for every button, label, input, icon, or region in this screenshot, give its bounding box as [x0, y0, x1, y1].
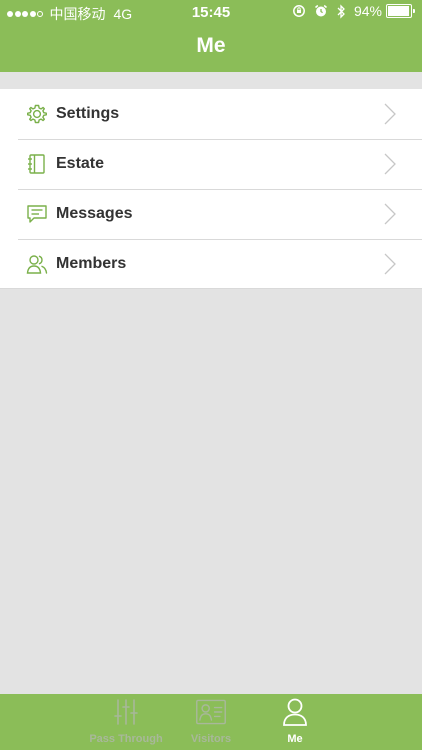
sliders-icon [110, 696, 142, 728]
chevron-right-icon [384, 153, 396, 175]
person-icon [279, 696, 311, 728]
menu-item-messages[interactable]: Messages [0, 189, 422, 239]
gear-icon [26, 103, 48, 125]
tab-visitors[interactable]: Visitors [166, 696, 256, 750]
status-right: 94% [284, 3, 415, 19]
tab-bar: Pass Through Visitors Me [0, 694, 422, 750]
menu-item-label: Settings [56, 105, 120, 122]
tab-label: Visitors [190, 733, 232, 745]
bluetooth-icon [336, 3, 346, 19]
tab-me[interactable]: Me [250, 696, 340, 750]
menu-item-members[interactable]: Members [0, 239, 422, 289]
status-bar: 中国移动 4G 15:45 94% [0, 0, 422, 24]
tab-label: Pass Through [89, 733, 163, 745]
chevron-right-icon [384, 253, 396, 275]
page-title: Me [196, 34, 226, 57]
tab-pass-through[interactable]: Pass Through [81, 696, 171, 750]
menu-item-label: Estate [56, 155, 105, 172]
id-card-icon [195, 696, 227, 728]
menu-item-estate[interactable]: Estate [0, 139, 422, 189]
tab-label: Me [287, 733, 303, 745]
menu-item-settings[interactable]: Settings [0, 89, 422, 139]
notebook-icon [26, 153, 48, 175]
alarm-icon [314, 4, 328, 18]
app-header: 中国移动 4G 15:45 94% Me [0, 0, 422, 72]
rotation-lock-icon [292, 4, 306, 18]
chevron-right-icon [384, 203, 396, 225]
menu-list: Settings Estate Messages Members [0, 89, 422, 289]
menu-item-label: Members [56, 255, 127, 272]
chevron-right-icon [384, 103, 396, 125]
menu-item-label: Messages [56, 205, 133, 222]
battery-icon [386, 4, 415, 18]
battery-percent: 94% [353, 3, 382, 19]
members-icon [26, 253, 48, 275]
menu-divider [0, 288, 422, 289]
message-icon [26, 203, 48, 225]
